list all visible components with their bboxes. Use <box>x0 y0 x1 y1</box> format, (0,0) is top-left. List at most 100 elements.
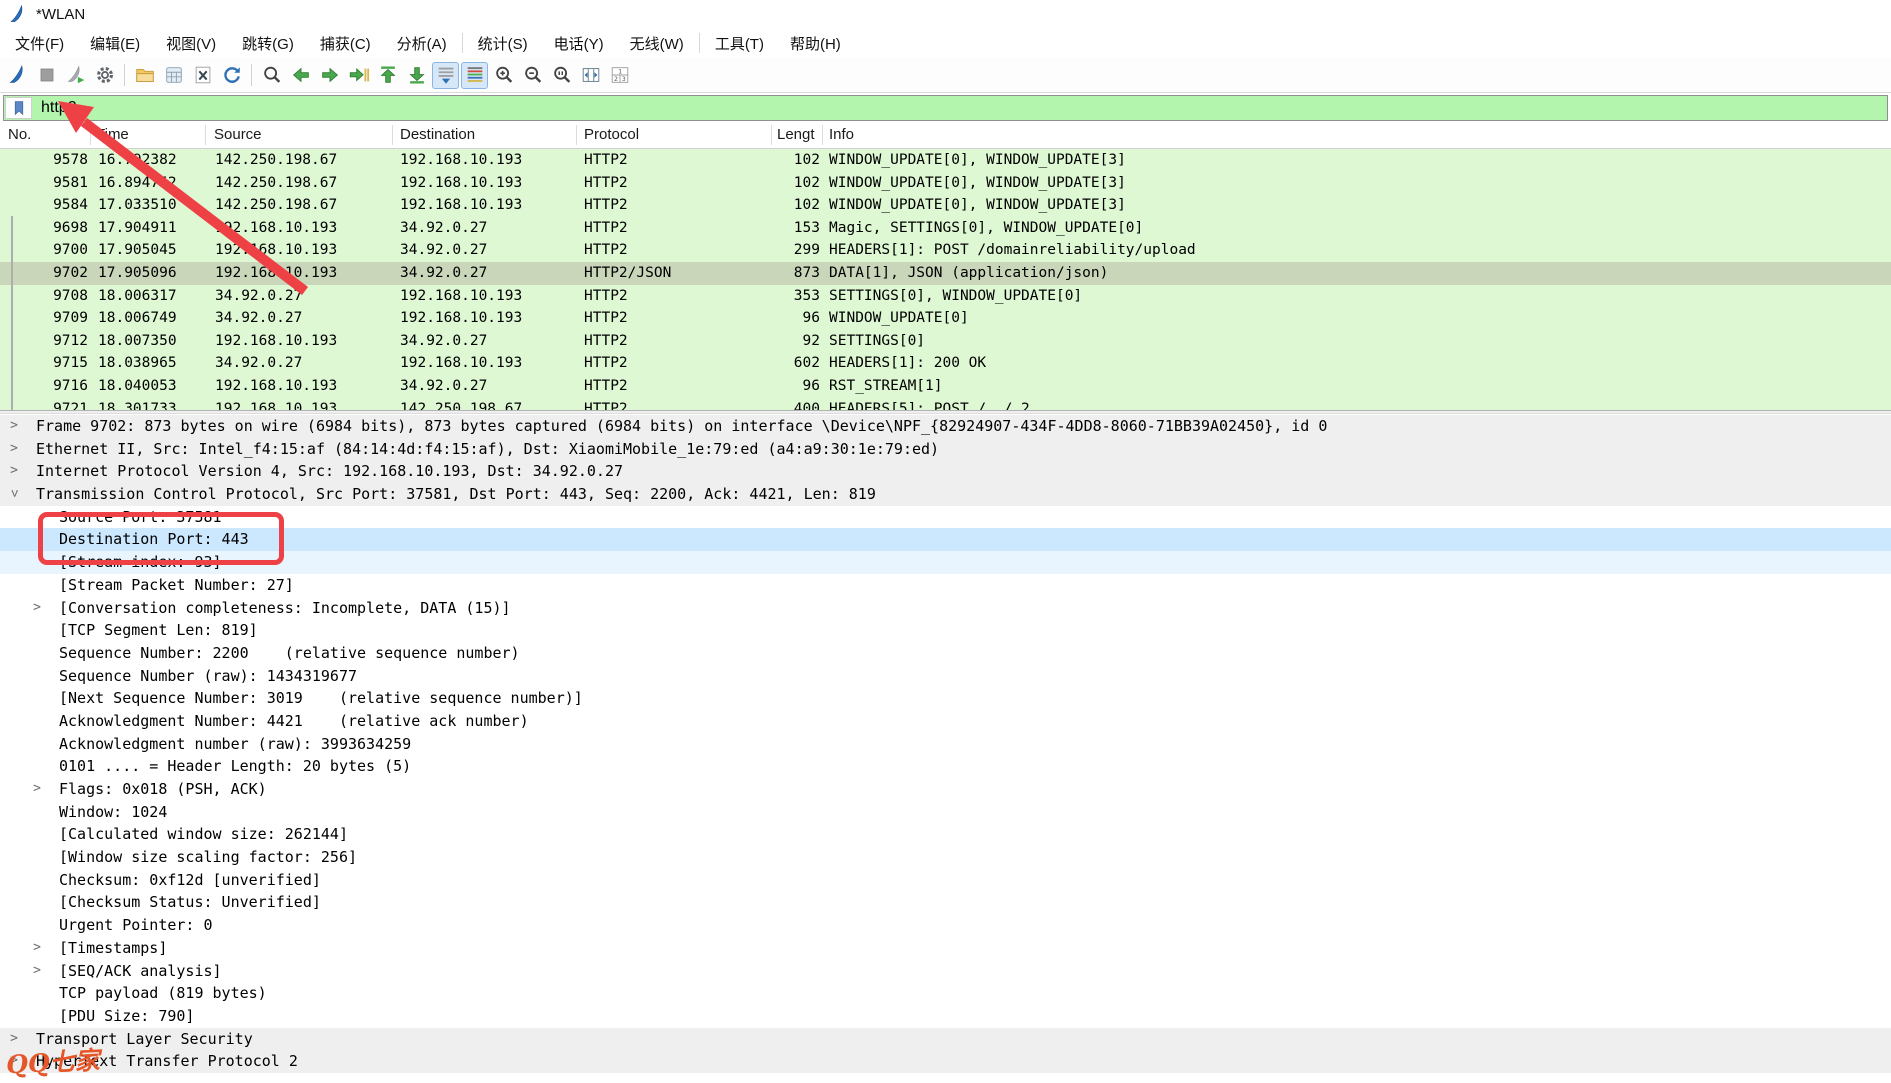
detail-row[interactable]: Urgent Pointer: 0 <box>0 914 1891 937</box>
packet-row[interactable]: 970818.00631734.92.0.27192.168.10.193HTT… <box>0 285 1891 308</box>
detail-text: Frame 9702: 873 bytes on wire (6984 bits… <box>0 415 1327 438</box>
menu-item-9[interactable]: 无线(W) <box>617 29 697 58</box>
menu-item-6[interactable]: 分析(A) <box>384 29 460 58</box>
display-filter-input[interactable]: http2 <box>3 95 1888 121</box>
close-doc-icon <box>192 64 214 86</box>
column-header-no[interactable]: No. <box>8 126 31 143</box>
auto-scroll-button[interactable] <box>432 62 459 89</box>
expand-expander-icon[interactable]: > <box>8 460 20 483</box>
expand-expander-icon[interactable]: > <box>8 438 20 461</box>
capture-options-button[interactable] <box>91 62 118 89</box>
resize-columns-button[interactable] <box>577 62 604 89</box>
detail-row[interactable]: [Window size scaling factor: 256] <box>0 846 1891 869</box>
detail-row[interactable]: >Ethernet II, Src: Intel_f4:15:af (84:14… <box>0 438 1891 461</box>
column-separator[interactable] <box>205 125 206 145</box>
column-header-destination[interactable]: Destination <box>400 126 475 143</box>
detail-row[interactable]: 0101 .... = Header Length: 20 bytes (5) <box>0 755 1891 778</box>
find-packet-button[interactable] <box>258 62 285 89</box>
column-header-info[interactable]: Info <box>829 126 854 143</box>
detail-row[interactable]: Acknowledgment Number: 4421 (relative ac… <box>0 710 1891 733</box>
colorize-button[interactable] <box>461 62 488 89</box>
column-separator[interactable] <box>822 125 823 145</box>
reload-file-button[interactable] <box>218 62 245 89</box>
column-header-lengt[interactable]: Lengt <box>777 126 815 143</box>
menu-item-7[interactable]: 统计(S) <box>465 29 541 58</box>
column-separator[interactable] <box>90 125 91 145</box>
packet-row[interactable]: 958417.033510142.250.198.67192.168.10.19… <box>0 194 1891 217</box>
detail-row[interactable]: [Stream index: 93] <box>0 551 1891 574</box>
restart-capture-button[interactable] <box>62 62 89 89</box>
detail-row[interactable]: Window: 1024 <box>0 801 1891 824</box>
detail-row[interactable]: Sequence Number (raw): 1434319677 <box>0 665 1891 688</box>
packet-row[interactable]: 970217.905096192.168.10.19334.92.0.27HTT… <box>0 262 1891 285</box>
packet-row[interactable]: 970918.00674934.92.0.27192.168.10.193HTT… <box>0 307 1891 330</box>
detail-row[interactable]: [Stream Packet Number: 27] <box>0 574 1891 597</box>
open-file-button[interactable] <box>131 62 158 89</box>
menu-item-11[interactable]: 帮助(H) <box>777 29 854 58</box>
menu-item-8[interactable]: 电话(Y) <box>541 29 617 58</box>
detail-row[interactable]: Acknowledgment number (raw): 3993634259 <box>0 733 1891 756</box>
menu-item-3[interactable]: 视图(V) <box>153 29 229 58</box>
expand-expander-icon[interactable]: > <box>31 778 43 801</box>
column-separator[interactable] <box>771 125 772 145</box>
menu-item-5[interactable]: 捕获(C) <box>307 29 384 58</box>
detail-row[interactable]: Source Port: 37581 <box>0 506 1891 529</box>
close-file-button[interactable] <box>189 62 216 89</box>
zoom-in-button[interactable] <box>490 62 517 89</box>
go-forward-button[interactable] <box>316 62 343 89</box>
packet-row[interactable]: 957816.792382142.250.198.67192.168.10.19… <box>0 149 1891 172</box>
detail-row[interactable]: >Frame 9702: 873 bytes on wire (6984 bit… <box>0 415 1891 438</box>
column-separator[interactable] <box>576 125 577 145</box>
detail-row[interactable]: Destination Port: 443 <box>0 528 1891 551</box>
go-to-packet-button[interactable] <box>345 62 372 89</box>
packet-row[interactable]: 958116.894752142.250.198.67192.168.10.19… <box>0 172 1891 195</box>
go-to-top-button[interactable] <box>374 62 401 89</box>
detail-row[interactable]: >Transmission Control Protocol, Src Port… <box>0 483 1891 506</box>
packet-row[interactable]: 971218.007350192.168.10.19334.92.0.27HTT… <box>0 330 1891 353</box>
detail-row[interactable]: >Transport Layer Security <box>0 1028 1891 1051</box>
packet-row[interactable]: 970017.905045192.168.10.19334.92.0.27HTT… <box>0 239 1891 262</box>
packet-row[interactable]: 971518.03896534.92.0.27192.168.10.193HTT… <box>0 352 1891 375</box>
menu-item-10[interactable]: 工具(T) <box>702 29 777 58</box>
stop-capture-button[interactable] <box>33 62 60 89</box>
packet-row[interactable]: 969817.904911192.168.10.19334.92.0.27HTT… <box>0 217 1891 240</box>
save-file-button[interactable] <box>160 62 187 89</box>
detail-row[interactable]: >[Timestamps] <box>0 937 1891 960</box>
menu-item-1[interactable]: 文件(F) <box>2 29 77 58</box>
go-to-bottom-button[interactable] <box>403 62 430 89</box>
filter-bookmark-button[interactable] <box>5 97 32 119</box>
expand-expander-icon[interactable]: > <box>31 597 43 620</box>
menu-item-2[interactable]: 编辑(E) <box>77 29 153 58</box>
detail-row[interactable]: >[Conversation completeness: Incomplete,… <box>0 597 1891 620</box>
packet-row[interactable]: 972118.301733192.168.10.193142.250.198.6… <box>0 398 1891 411</box>
detail-row[interactable]: [Calculated window size: 262144] <box>0 823 1891 846</box>
packet-row[interactable]: 971618.040053192.168.10.19334.92.0.27HTT… <box>0 375 1891 398</box>
column-header-protocol[interactable]: Protocol <box>584 126 639 143</box>
detail-row[interactable]: >[SEQ/ACK analysis] <box>0 960 1891 983</box>
zoom-reset-button[interactable] <box>548 62 575 89</box>
go-back-button[interactable] <box>287 62 314 89</box>
detail-row[interactable]: [TCP Segment Len: 819] <box>0 619 1891 642</box>
numbered-columns-button[interactable]: 123 <box>606 62 633 89</box>
expand-expander-icon[interactable]: > <box>31 960 43 983</box>
detail-row[interactable]: Checksum: 0xf12d [unverified] <box>0 869 1891 892</box>
column-separator[interactable] <box>392 125 393 145</box>
collapse-expander-icon[interactable]: > <box>2 488 25 500</box>
start-capture-button[interactable] <box>4 62 31 89</box>
pane-separator[interactable] <box>0 410 1891 414</box>
expand-expander-icon[interactable]: > <box>31 937 43 960</box>
detail-row[interactable]: [Next Sequence Number: 3019 (relative se… <box>0 687 1891 710</box>
detail-row[interactable]: TCP payload (819 bytes) <box>0 982 1891 1005</box>
zoom-out-button[interactable] <box>519 62 546 89</box>
menu-item-4[interactable]: 跳转(G) <box>229 29 307 58</box>
detail-row[interactable]: [PDU Size: 790] <box>0 1005 1891 1028</box>
column-header-source[interactable]: Source <box>214 126 262 143</box>
detail-row[interactable]: [Checksum Status: Unverified] <box>0 891 1891 914</box>
detail-row[interactable]: Sequence Number: 2200 (relative sequence… <box>0 642 1891 665</box>
expand-expander-icon[interactable]: > <box>8 415 20 438</box>
detail-row[interactable]: >Flags: 0x018 (PSH, ACK) <box>0 778 1891 801</box>
detail-row[interactable]: >HyperText Transfer Protocol 2 <box>0 1050 1891 1073</box>
packet-destination: 34.92.0.27 <box>400 239 487 262</box>
detail-row[interactable]: >Internet Protocol Version 4, Src: 192.1… <box>0 460 1891 483</box>
column-header-time[interactable]: Time <box>96 126 129 143</box>
